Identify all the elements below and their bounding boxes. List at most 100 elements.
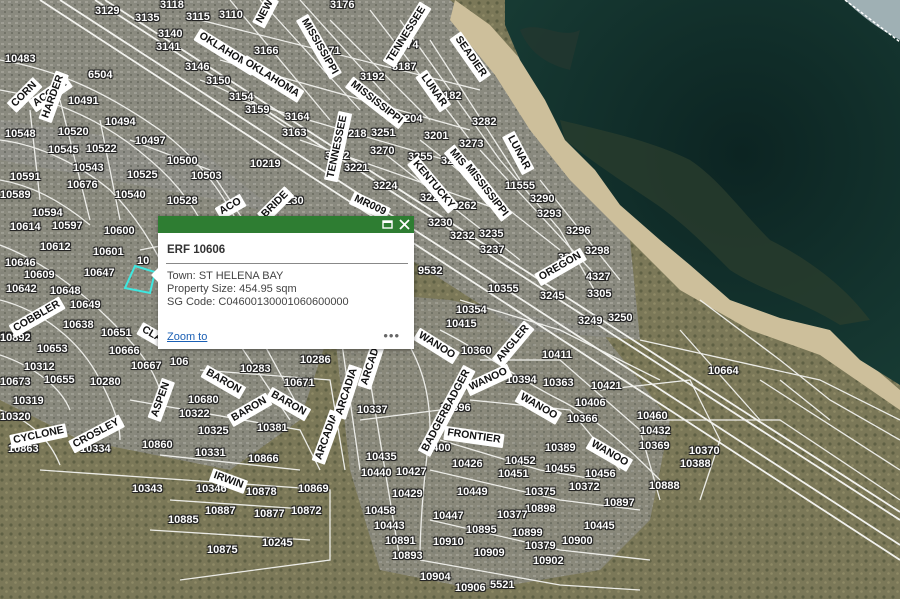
parcel-label: 10522 [86, 143, 117, 155]
parcel-label: 10354 [456, 304, 487, 316]
parcel-label: 10891 [385, 535, 416, 547]
town-value: ST HELENA BAY [198, 270, 284, 282]
parcel-label: 10 [137, 255, 150, 267]
parcel-label: 3129 [95, 5, 120, 17]
parcel-label: 10360 [461, 345, 492, 357]
parcel-label: 10432 [640, 425, 671, 437]
parcel-label: 3176 [330, 0, 355, 11]
parcel-label: 3282 [472, 116, 497, 128]
parcel-label: 3235 [479, 228, 504, 240]
popup-header [158, 216, 414, 233]
parcel-label: 10312 [24, 361, 55, 373]
parcel-label: 10320 [0, 411, 31, 423]
close-icon[interactable] [397, 217, 412, 232]
parcel-label: 10666 [109, 345, 140, 357]
maximize-icon[interactable] [380, 217, 395, 232]
parcel-label: 3166 [254, 45, 279, 57]
parcel-label: 10664 [708, 365, 739, 377]
parcel-label: 10589 [0, 189, 31, 201]
parcel-label: 10860 [142, 439, 173, 451]
parcel-label: 10366 [567, 413, 598, 425]
parcel-label: 3293 [537, 208, 562, 220]
parcel-label: 10638 [63, 319, 94, 331]
parcel-label: 3230 [428, 217, 453, 229]
parcel-label: 10647 [84, 267, 115, 279]
parcel-label: 10525 [127, 169, 158, 181]
parcel-label: 10540 [115, 189, 146, 201]
town-row: Town: ST HELENA BAY [167, 270, 283, 282]
parcel-label: 10543 [73, 162, 104, 174]
parcel-label: 3201 [424, 130, 449, 142]
parcel-label: 10646 [5, 257, 36, 269]
parcel-label: 10902 [533, 555, 564, 567]
parcel-label: 10421 [591, 380, 622, 392]
parcel-label: 10878 [246, 486, 277, 498]
parcel-label: 9532 [418, 265, 443, 277]
parcel-label: 10609 [24, 269, 55, 281]
parcel-label: 10887 [205, 505, 236, 517]
parcel-label: 3270 [370, 145, 395, 157]
parcel-label: 10545 [48, 144, 79, 156]
parcel-label: 10614 [10, 221, 41, 233]
parcel-label: 3305 [587, 288, 612, 300]
parcel-label: 10245 [262, 537, 293, 549]
parcel-label: 10528 [167, 195, 198, 207]
parcel-label: 10337 [357, 404, 388, 416]
parcel-label: 10872 [291, 505, 322, 517]
parcel-label: 10673 [0, 376, 31, 388]
parcel-label: 10910 [433, 536, 464, 548]
zoom-to-link[interactable]: Zoom to [167, 331, 207, 343]
parcel-label: 3150 [206, 75, 231, 87]
parcel-label: 10415 [446, 318, 477, 330]
parcel-label: 10388 [680, 458, 711, 470]
parcel-label: 11555 [505, 180, 535, 192]
parcel-label: 3159 [245, 104, 270, 116]
map-view[interactable]: 3129 3135 3118 3115 3110 3140 3141 3146 3150 3166… [0, 0, 900, 599]
more-options-icon[interactable]: ••• [383, 328, 400, 343]
parcel-label: 10497 [135, 135, 166, 147]
parcel-label: 3146 [185, 61, 210, 73]
parcel-label: 10651 [101, 327, 132, 339]
parcel-label: 10594 [32, 207, 63, 219]
parcel-label: 10906 [455, 582, 486, 594]
parcel-label: 10379 [525, 540, 556, 552]
parcel-label: 10280 [90, 376, 121, 388]
parcel-label: 10898 [525, 503, 556, 515]
property-size-row: Property Size: 454.95 sqm [167, 283, 297, 295]
parcel-label: 10406 [575, 397, 606, 409]
parcel-label: 10456 [585, 468, 616, 480]
parcel-label: 10460 [637, 410, 668, 422]
parcel-label: 10369 [639, 440, 670, 452]
parcel-label: 10372 [569, 481, 600, 493]
sg-code-label: SG Code: [167, 296, 216, 308]
feature-popup: ERF 10606 Town: ST HELENA BAY Property S… [151, 216, 414, 349]
parcel-label: 3135 [135, 12, 160, 24]
parcel-label: 10435 [366, 451, 397, 463]
parcel-label: 10219 [250, 158, 281, 170]
parcel-label: 6504 [88, 69, 113, 81]
parcel-label: 106 [170, 356, 189, 368]
parcel-label: 10363 [543, 377, 574, 389]
parcel-label: 3115 [186, 11, 210, 23]
parcel-label: 10286 [300, 354, 331, 366]
parcel-label: 3154 [229, 91, 254, 103]
parcel-label: 3296 [566, 225, 591, 237]
parcel-label: 10411 [542, 349, 572, 361]
parcel-label: 10548 [5, 128, 36, 140]
parcel-label: 10897 [604, 497, 635, 509]
parcel-label: 10500 [167, 155, 198, 167]
parcel-label: 10680 [188, 394, 219, 406]
parcel-label: 10447 [433, 510, 464, 522]
parcel-label: 10671 [284, 377, 315, 389]
parcel-label: 10888 [649, 480, 680, 492]
parcel-label: 10426 [452, 458, 483, 470]
parcel-label: 10451 [498, 468, 529, 480]
parcel-label: 10443 [374, 520, 405, 532]
parcel-label: 10429 [392, 488, 423, 500]
parcel-label: 10375 [525, 486, 556, 498]
sg-code-row: SG Code: C04600130001060600000 [167, 296, 349, 308]
parcel-label: 3110 [219, 9, 243, 21]
parcel-label: 10648 [50, 285, 81, 297]
parcel-label: 3298 [585, 245, 610, 257]
parcel-label: 10427 [396, 466, 427, 478]
